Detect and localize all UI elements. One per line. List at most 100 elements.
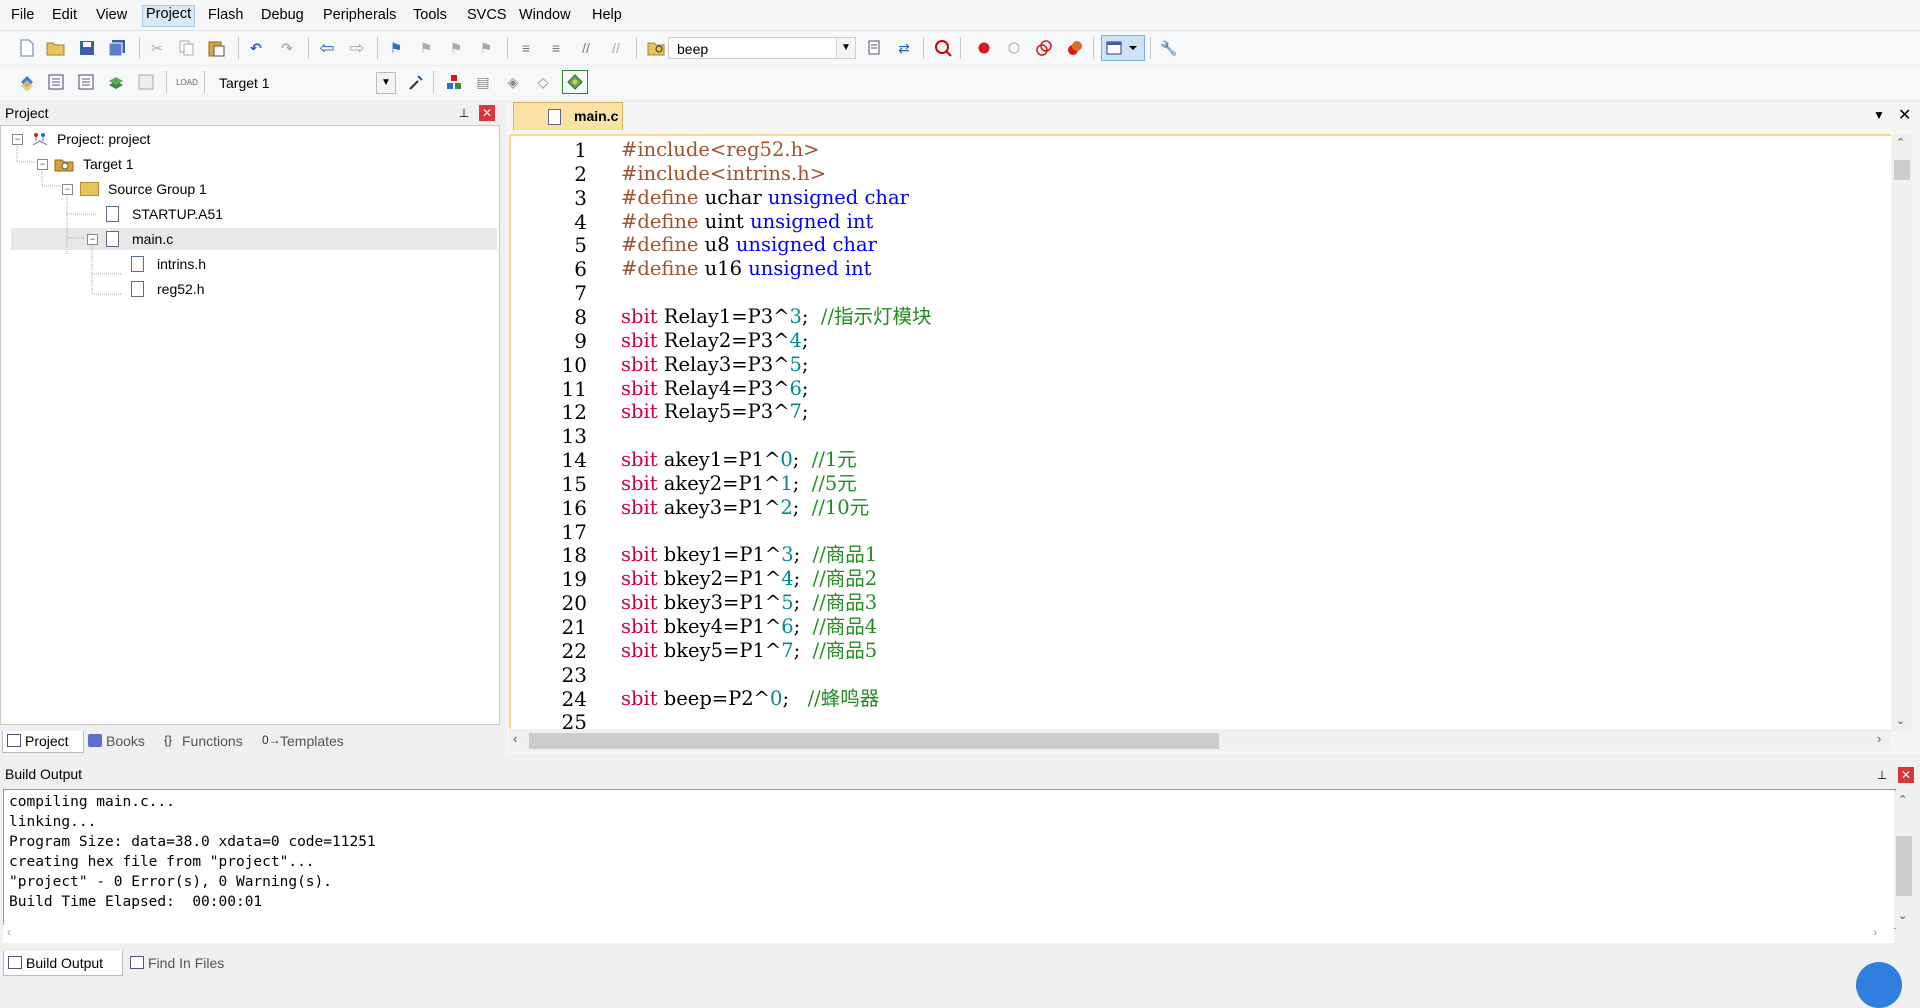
indent-icon[interactable]: ≡ [515, 37, 537, 59]
open-file-icon[interactable] [45, 37, 67, 59]
code-token: sbit [621, 543, 658, 567]
paste-icon[interactable] [205, 37, 227, 59]
code-line: sbit akey3=P1^2; //10元 [621, 496, 869, 520]
stop-build-icon[interactable] [135, 71, 157, 93]
menu-flash[interactable]: Flash [205, 7, 246, 27]
code-token: unsigned int [748, 257, 872, 281]
clear-bookmarks-icon[interactable]: ⚑ [475, 37, 497, 59]
scrollbar-thumb[interactable] [529, 733, 1219, 749]
pin-icon[interactable]: ⊥ [1874, 767, 1890, 783]
code-token: ; [792, 448, 812, 472]
debug-session-icon[interactable] [932, 37, 954, 59]
build-output-vertical-scrollbar[interactable]: ⌃ ⌄ [1894, 791, 1914, 928]
comment-icon[interactable]: // [575, 37, 597, 59]
menu-svcs[interactable]: SVCS [464, 7, 510, 27]
tab-main-c[interactable]: main.c [513, 102, 623, 130]
code-token: 5 [789, 352, 802, 376]
menu-file[interactable]: File [8, 7, 37, 27]
chevron-down-icon[interactable]: ▼ [836, 38, 855, 58]
menu-tools[interactable]: Tools [410, 7, 450, 27]
copy-icon[interactable] [176, 37, 198, 59]
menu-debug[interactable]: Debug [258, 7, 307, 27]
target-options-icon[interactable] [405, 71, 427, 93]
configure-icon[interactable]: 🔧 [1158, 37, 1180, 59]
find-replace-icon[interactable]: ⇄ [893, 37, 915, 59]
tab-project[interactable]: Project [2, 731, 84, 753]
prev-bookmark-icon[interactable]: ⚑ [415, 37, 437, 59]
code-token: sbit [621, 304, 658, 328]
code-token: sbit [621, 686, 658, 710]
close-tab-icon[interactable]: ✕ [1898, 105, 1911, 125]
code-token: ; [801, 400, 809, 424]
disable-all-breakpoints-icon[interactable] [1033, 37, 1055, 59]
undo-icon[interactable]: ↶ [245, 37, 267, 59]
run-time-env-icon[interactable] [562, 70, 588, 94]
tab-label: Functions [182, 733, 243, 749]
find-in-files-icon[interactable] [645, 37, 667, 59]
overlay-button[interactable] [1856, 962, 1902, 1008]
breakpoint-icon[interactable] [973, 37, 995, 59]
tab-build-output[interactable]: Build Output [3, 951, 123, 976]
output-line: Build Time Elapsed: 00:00:01 [9, 894, 263, 910]
new-file-icon[interactable] [16, 37, 38, 59]
batch-build-icon[interactable] [105, 71, 127, 93]
close-icon[interactable]: ✕ [479, 105, 495, 121]
next-bookmark-icon[interactable]: ⚑ [445, 37, 467, 59]
pin-icon[interactable]: ⊥ [456, 105, 472, 121]
scrollbar-thumb[interactable] [1896, 836, 1912, 896]
tab-templates[interactable]: 0→ Templates [258, 731, 374, 752]
code-editor[interactable]: 1 2 3 4 5 6 7 8 9 10 11 12 13 14 15 16 17 18 19 20 21 22 23 24 2… [509, 134, 1891, 732]
find-combo[interactable]: beep ▼ [668, 37, 856, 59]
incremental-find-icon[interactable] [864, 37, 886, 59]
tab-books[interactable]: Books [84, 731, 170, 752]
menu-view[interactable]: View [93, 7, 130, 27]
editor-horizontal-scrollbar[interactable]: ‹ › [509, 729, 1891, 751]
tab-list-icon[interactable]: ▼ [1873, 108, 1885, 122]
download-icon[interactable]: LOAD [176, 71, 198, 93]
menu-edit[interactable]: Edit [49, 7, 80, 27]
menu-window[interactable]: Window [516, 7, 574, 27]
save-icon[interactable] [76, 37, 98, 59]
code-token: //蜂鸣器 [807, 686, 880, 710]
redo-icon[interactable]: ↷ [276, 37, 298, 59]
kill-all-breakpoints-icon[interactable] [1064, 37, 1086, 59]
line-number: 19 [561, 567, 587, 592]
code-token: bkey3=P1^ [657, 591, 782, 615]
code-token: //商品1 [812, 543, 878, 567]
tab-find-in-files[interactable]: Find In Files [126, 951, 262, 975]
window-layout-icon[interactable] [1101, 35, 1145, 61]
menu-help[interactable]: Help [589, 7, 625, 27]
code-token: 0 [780, 448, 793, 472]
pack-installer-icon[interactable]: ◇ [532, 71, 554, 93]
code-token: 4 [789, 328, 802, 352]
code-token: 5 [781, 591, 794, 615]
line-number: 8 [574, 304, 587, 329]
manage-components-icon[interactable]: ▤ [472, 71, 494, 93]
navigate-forward-icon[interactable]: ⇨ [346, 37, 368, 59]
build-output-text[interactable]: compiling main.c... linking... Program S… [3, 789, 1896, 929]
code-token: 2 [780, 495, 793, 519]
close-icon[interactable]: ✕ [1898, 767, 1914, 783]
scrollbar-thumb[interactable] [1894, 160, 1910, 180]
select-packs-icon[interactable]: ◈ [502, 71, 524, 93]
editor-vertical-scrollbar[interactable]: ⌃ ⌄ [1892, 134, 1912, 732]
target-combo[interactable]: Target 1 ▼ [210, 71, 397, 94]
cut-icon[interactable]: ✂ [146, 37, 168, 59]
disable-breakpoint-icon[interactable] [1003, 37, 1025, 59]
code-token: sbit [621, 567, 658, 591]
code-token: 3 [789, 304, 802, 328]
save-all-icon[interactable] [106, 37, 128, 59]
menu-project[interactable]: Project [142, 5, 196, 27]
bookmark-icon[interactable]: ⚑ [385, 37, 407, 59]
chevron-down-icon[interactable]: ▼ [376, 72, 396, 94]
file-extensions-icon[interactable] [443, 71, 465, 93]
unindent-icon[interactable]: ≡ [545, 37, 567, 59]
uncomment-icon[interactable]: // [605, 37, 627, 59]
translate-icon[interactable] [16, 71, 38, 93]
menu-peripherals[interactable]: Peripherals [320, 7, 399, 27]
project-panel-title: Project [5, 105, 49, 121]
build-output-horizontal-scrollbar[interactable]: ‹ › [3, 925, 1894, 943]
build-icon[interactable] [45, 71, 67, 93]
navigate-back-icon[interactable]: ⇦ [316, 37, 338, 59]
rebuild-icon[interactable] [75, 71, 97, 93]
